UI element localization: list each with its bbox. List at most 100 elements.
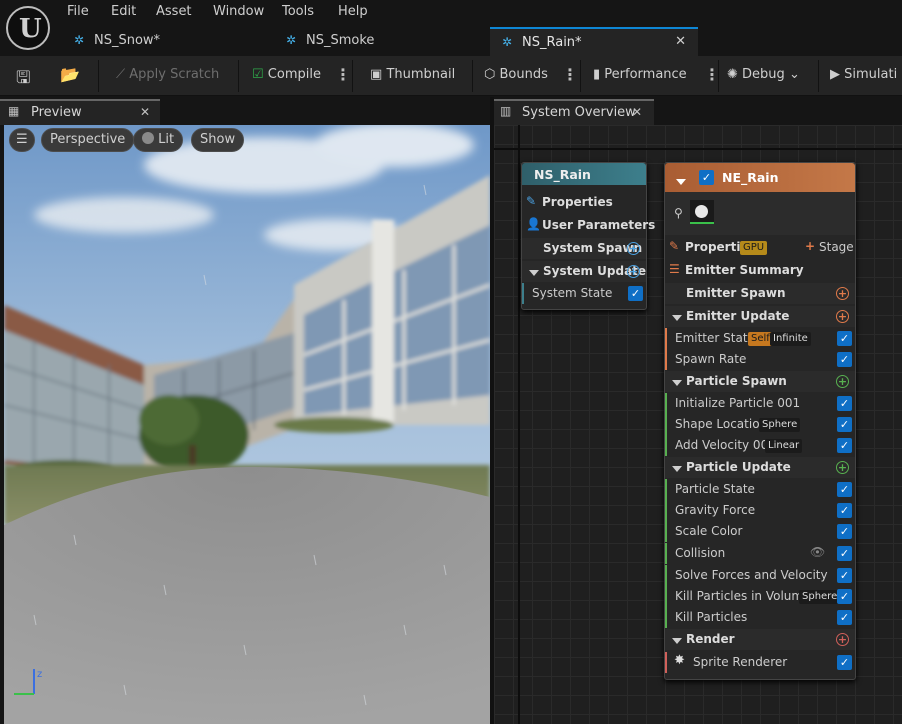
system-spawn-row[interactable]: System Spawn + [522,238,646,259]
kill-in-volume-row[interactable]: Kill Particles in Volume Sphere ✓ [665,586,855,607]
simulation-button[interactable]: ▶ Simulati [830,67,897,82]
emitter-summary-row[interactable]: ☰ Emitter Summary [665,260,855,281]
system-update-row[interactable]: System Update + [522,261,646,282]
add-module-icon[interactable]: + [836,310,849,323]
sprite-thumbnail[interactable] [690,200,714,224]
close-tab-icon[interactable]: ✕ [675,34,686,49]
show-button[interactable]: Show [191,128,245,152]
gpu-badge: GPU [740,241,768,255]
stage-label[interactable]: Stage [819,240,854,254]
emitter-state-row[interactable]: Emitter State Self Infinite ✓ [665,328,855,349]
initialize-particle-row[interactable]: Initialize Particle 001 ✓ [665,393,855,414]
menu-tools[interactable]: Tools [282,4,314,19]
menu-asset[interactable]: Asset [156,4,192,19]
menu-help[interactable]: Help [338,4,368,19]
solve-forces-row[interactable]: Solve Forces and Velocity ✓ [665,565,855,586]
particle-update-row[interactable]: Particle Update + [665,457,855,478]
browse-asset-icon[interactable]: 📂 [60,65,80,84]
bounds-label: Bounds [499,67,548,82]
tab-system-overview[interactable]: ▥ System Overview ✕ [494,99,654,125]
lit-button[interactable]: Lit [133,128,184,152]
render-row[interactable]: Render + [665,629,855,650]
compile-button[interactable]: ☑ Compile [252,67,321,82]
overview-icon: ▥ [500,104,512,118]
scale-color-checkbox[interactable]: ✓ [837,524,852,539]
user-parameters-row[interactable]: 👤 User Parameters [522,215,655,236]
system-state-checkbox[interactable]: ✓ [628,286,643,301]
kill-in-volume-label: Kill Particles in Volume [675,589,811,603]
collapse-arrow-icon[interactable] [676,174,692,189]
shape-location-checkbox[interactable]: ✓ [837,417,852,432]
debug-button[interactable]: ✺ Debug ⌄ [727,67,800,82]
tab-ns-smoke[interactable]: ✲ NS_Smoke [274,27,488,56]
add-velocity-row[interactable]: Add Velocity 001 Linear ✓ [665,435,855,456]
list-icon: ☰ [669,262,680,276]
performance-icon: ▮ [593,67,601,82]
tab-preview[interactable]: ▦ Preview ✕ [0,99,160,125]
performance-options-icon[interactable]: ⋮ [704,65,720,84]
bounds-button[interactable]: ⬡ Bounds [484,67,548,82]
thumbnail-button[interactable]: ▣ Thumbnail [370,67,455,82]
emitter-update-row[interactable]: Emitter Update + [665,306,855,327]
preview-viewport[interactable]: z [4,125,490,724]
solve-forces-checkbox[interactable]: ✓ [837,568,852,583]
kill-particles-row[interactable]: Kill Particles ✓ [665,607,855,628]
system-state-row[interactable]: System State ✓ [522,283,646,304]
emitter-properties-row[interactable]: ✎ Properties GPU + Stage [665,237,855,258]
eye-icon[interactable]: 👁 [810,545,825,559]
particle-spawn-row[interactable]: Particle Spawn + [665,371,855,392]
sprite-dot-icon [695,205,708,218]
emitter-node-header[interactable]: ✓ NE_Rain [665,163,855,192]
shape-location-row[interactable]: Shape Location Sphere ✓ [665,414,855,435]
kill-in-volume-checkbox[interactable]: ✓ [837,589,852,604]
add-velocity-checkbox[interactable]: ✓ [837,438,852,453]
add-module-icon[interactable]: + [627,265,640,278]
initialize-particle-checkbox[interactable]: ✓ [837,396,852,411]
pin-icon[interactable]: ⚲ [674,206,683,220]
menu-window[interactable]: Window [213,4,264,19]
gravity-force-checkbox[interactable]: ✓ [837,503,852,518]
add-module-icon[interactable]: + [836,287,849,300]
sprite-renderer-row[interactable]: ✸ Sprite Renderer ✓ [665,652,855,673]
scale-color-row[interactable]: Scale Color ✓ [665,521,855,542]
particle-state-checkbox[interactable]: ✓ [837,482,852,497]
system-properties-row[interactable]: ✎ Properties [522,192,646,213]
add-module-icon[interactable]: + [836,375,849,388]
particle-state-row[interactable]: Particle State ✓ [665,479,855,500]
sprite-renderer-checkbox[interactable]: ✓ [837,655,852,670]
emitter-node[interactable]: ✓ NE_Rain ⚲ ✎ Properties GPU + Stage ☰ E… [664,162,856,680]
collision-checkbox[interactable]: ✓ [837,546,852,561]
emitter-spawn-row[interactable]: Emitter Spawn + [665,283,855,304]
emitter-state-checkbox[interactable]: ✓ [837,331,852,346]
system-node-header[interactable]: NS_Rain [522,163,646,185]
add-stage-icon[interactable]: + [805,239,815,253]
tab-ns-snow[interactable]: ✲ NS_Snow* [62,27,272,56]
emitter-enable-checkbox[interactable]: ✓ [699,170,714,185]
apply-scratch-icon: ⟋ [116,67,130,82]
save-icon[interactable]: 🖫 [16,65,30,94]
unreal-logo[interactable]: U [6,6,50,50]
viewport-options-button[interactable]: ☰ [9,128,35,152]
close-icon[interactable]: ✕ [140,105,150,119]
viewport-icon: ▦ [8,104,20,118]
apply-scratch-button[interactable]: ⟋ Apply Scratch [116,67,219,82]
compile-options-icon[interactable]: ⋮ [335,65,351,84]
niagara-system-icon: ✲ [286,33,297,47]
spawn-rate-checkbox[interactable]: ✓ [837,352,852,367]
menu-file[interactable]: File [67,4,89,19]
system-node[interactable]: NS_Rain ✎ Properties 👤 User Parameters S… [521,162,655,310]
add-module-icon[interactable]: + [627,242,640,255]
tab-ns-rain[interactable]: ✲ NS_Rain* ✕ [490,27,698,56]
bounds-options-icon[interactable]: ⋮ [562,65,578,84]
collision-row[interactable]: Collision 👁 ✓ [665,543,855,564]
performance-button[interactable]: ▮ Performance [593,67,687,82]
spawn-rate-row[interactable]: Spawn Rate ✓ [665,349,855,370]
toolbar-divider [238,60,239,92]
add-renderer-icon[interactable]: + [836,633,849,646]
add-module-icon[interactable]: + [836,461,849,474]
menu-edit[interactable]: Edit [111,4,136,19]
gravity-force-row[interactable]: Gravity Force ✓ [665,500,855,521]
perspective-button[interactable]: Perspective [41,128,135,152]
kill-particles-checkbox[interactable]: ✓ [837,610,852,625]
close-icon[interactable]: ✕ [632,105,642,119]
